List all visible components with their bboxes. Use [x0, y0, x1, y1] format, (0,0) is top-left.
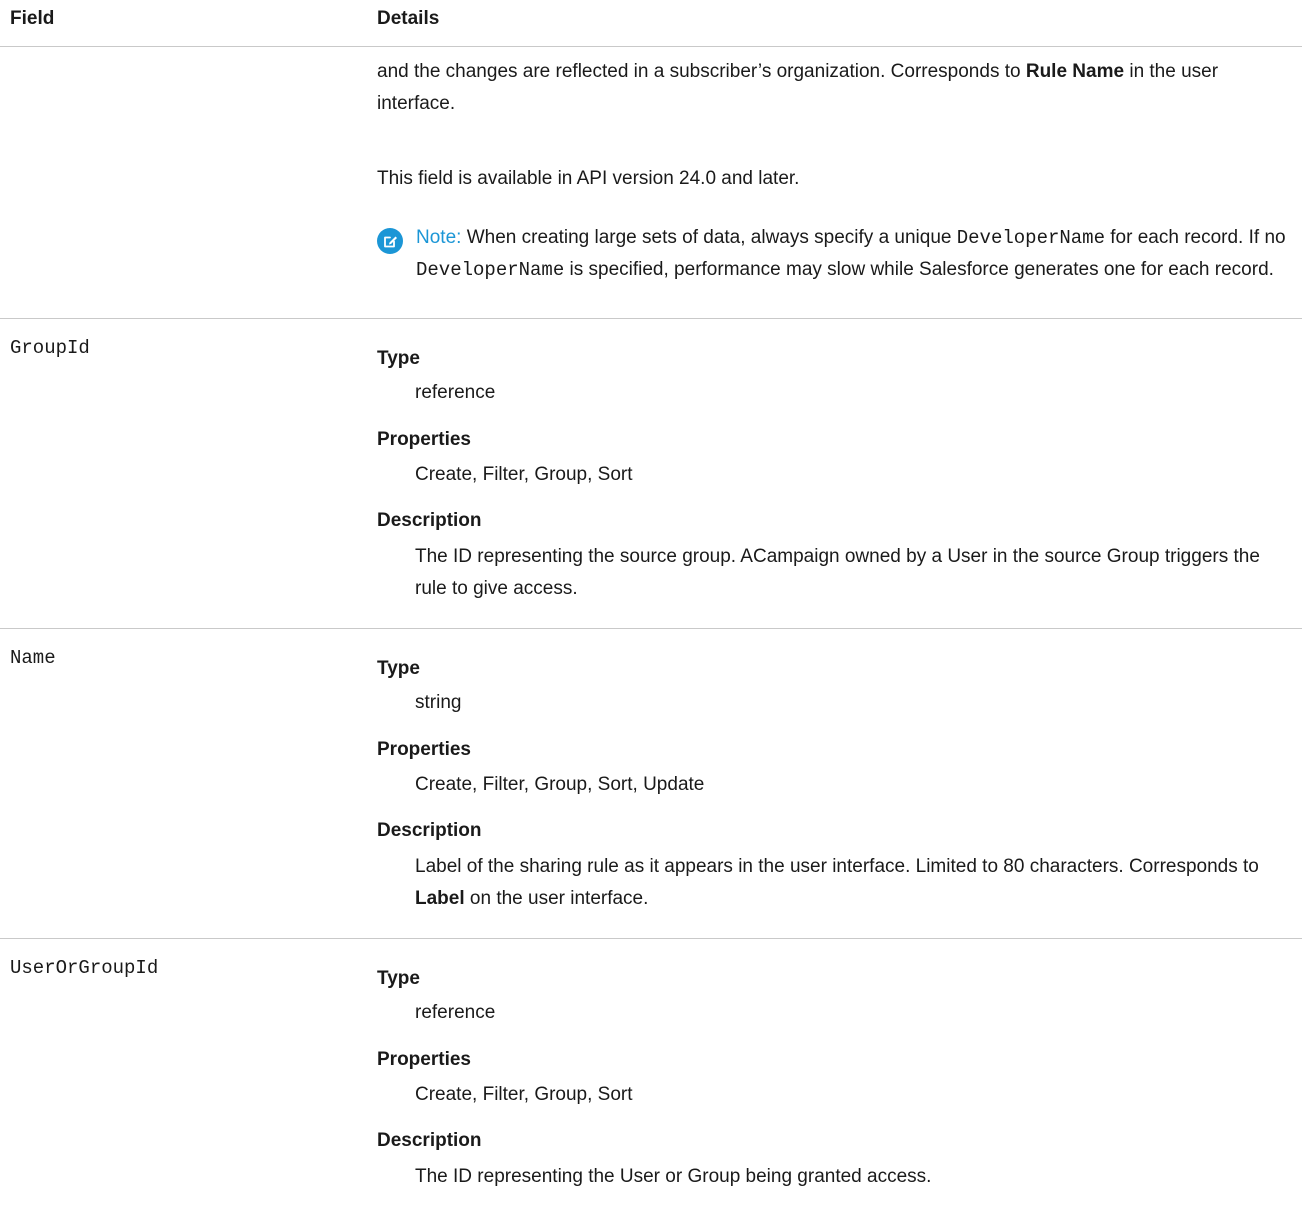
- type-label: Type: [377, 348, 420, 369]
- availability-text: This field is available in API version 2…: [377, 168, 800, 189]
- label-term: Label: [415, 888, 465, 909]
- properties-value: Create, Filter, Group, Sort, Update: [415, 774, 705, 795]
- properties-label: Properties: [377, 1049, 471, 1070]
- developer-name-code: DeveloperName: [416, 259, 565, 281]
- properties-label: Properties: [377, 429, 471, 450]
- note-text-part: When creating large sets of data, always…: [461, 227, 957, 248]
- description-value: Label of the sharing rule as it appears …: [415, 851, 1287, 915]
- type-value: string: [415, 692, 462, 713]
- note-text-part: for each record. If no: [1104, 227, 1286, 248]
- properties-value: Create, Filter, Group, Sort: [415, 1084, 633, 1105]
- row-divider: [0, 628, 1302, 629]
- developer-name-code: DeveloperName: [956, 227, 1105, 249]
- properties-label: Properties: [377, 739, 471, 760]
- note-callout: Note: When creating large sets of data, …: [377, 222, 1292, 302]
- description-value: The ID representing the User or Group be…: [415, 1166, 932, 1187]
- note-label: Note:: [416, 227, 462, 248]
- description-label: Description: [377, 510, 482, 531]
- type-value: reference: [415, 382, 496, 403]
- note-text-part: is specified, performance may slow while…: [564, 259, 1274, 280]
- intro-paragraph: and the changes are reflected in a subsc…: [377, 56, 1287, 120]
- type-value: reference: [415, 1002, 496, 1023]
- description-label: Description: [377, 820, 482, 841]
- column-header-details: Details: [377, 8, 440, 29]
- field-name: GroupId: [10, 337, 90, 359]
- row-divider: [0, 318, 1302, 319]
- field-reference-table: Field Details and the changes are reflec…: [0, 0, 1302, 1208]
- edit-note-icon: [377, 228, 403, 254]
- description-value: The ID representing the source group. AC…: [415, 546, 1260, 599]
- properties-value: Create, Filter, Group, Sort: [415, 464, 633, 485]
- description-text: on the user interface.: [464, 888, 649, 909]
- table-header: Field Details: [0, 0, 1302, 47]
- field-name: Name: [10, 647, 56, 669]
- type-label: Type: [377, 968, 420, 989]
- intro-text-start: and the changes are reflected in a subsc…: [377, 61, 1026, 82]
- field-name: UserOrGroupId: [10, 957, 159, 979]
- description-label: Description: [377, 1130, 482, 1151]
- row-divider: [0, 938, 1302, 939]
- rule-name-term: Rule Name: [1025, 61, 1125, 82]
- type-label: Type: [377, 658, 420, 679]
- column-header-field: Field: [10, 8, 55, 29]
- note-text: Note: When creating large sets of data, …: [416, 222, 1292, 286]
- description-text: Label of the sharing rule as it appears …: [415, 856, 1259, 877]
